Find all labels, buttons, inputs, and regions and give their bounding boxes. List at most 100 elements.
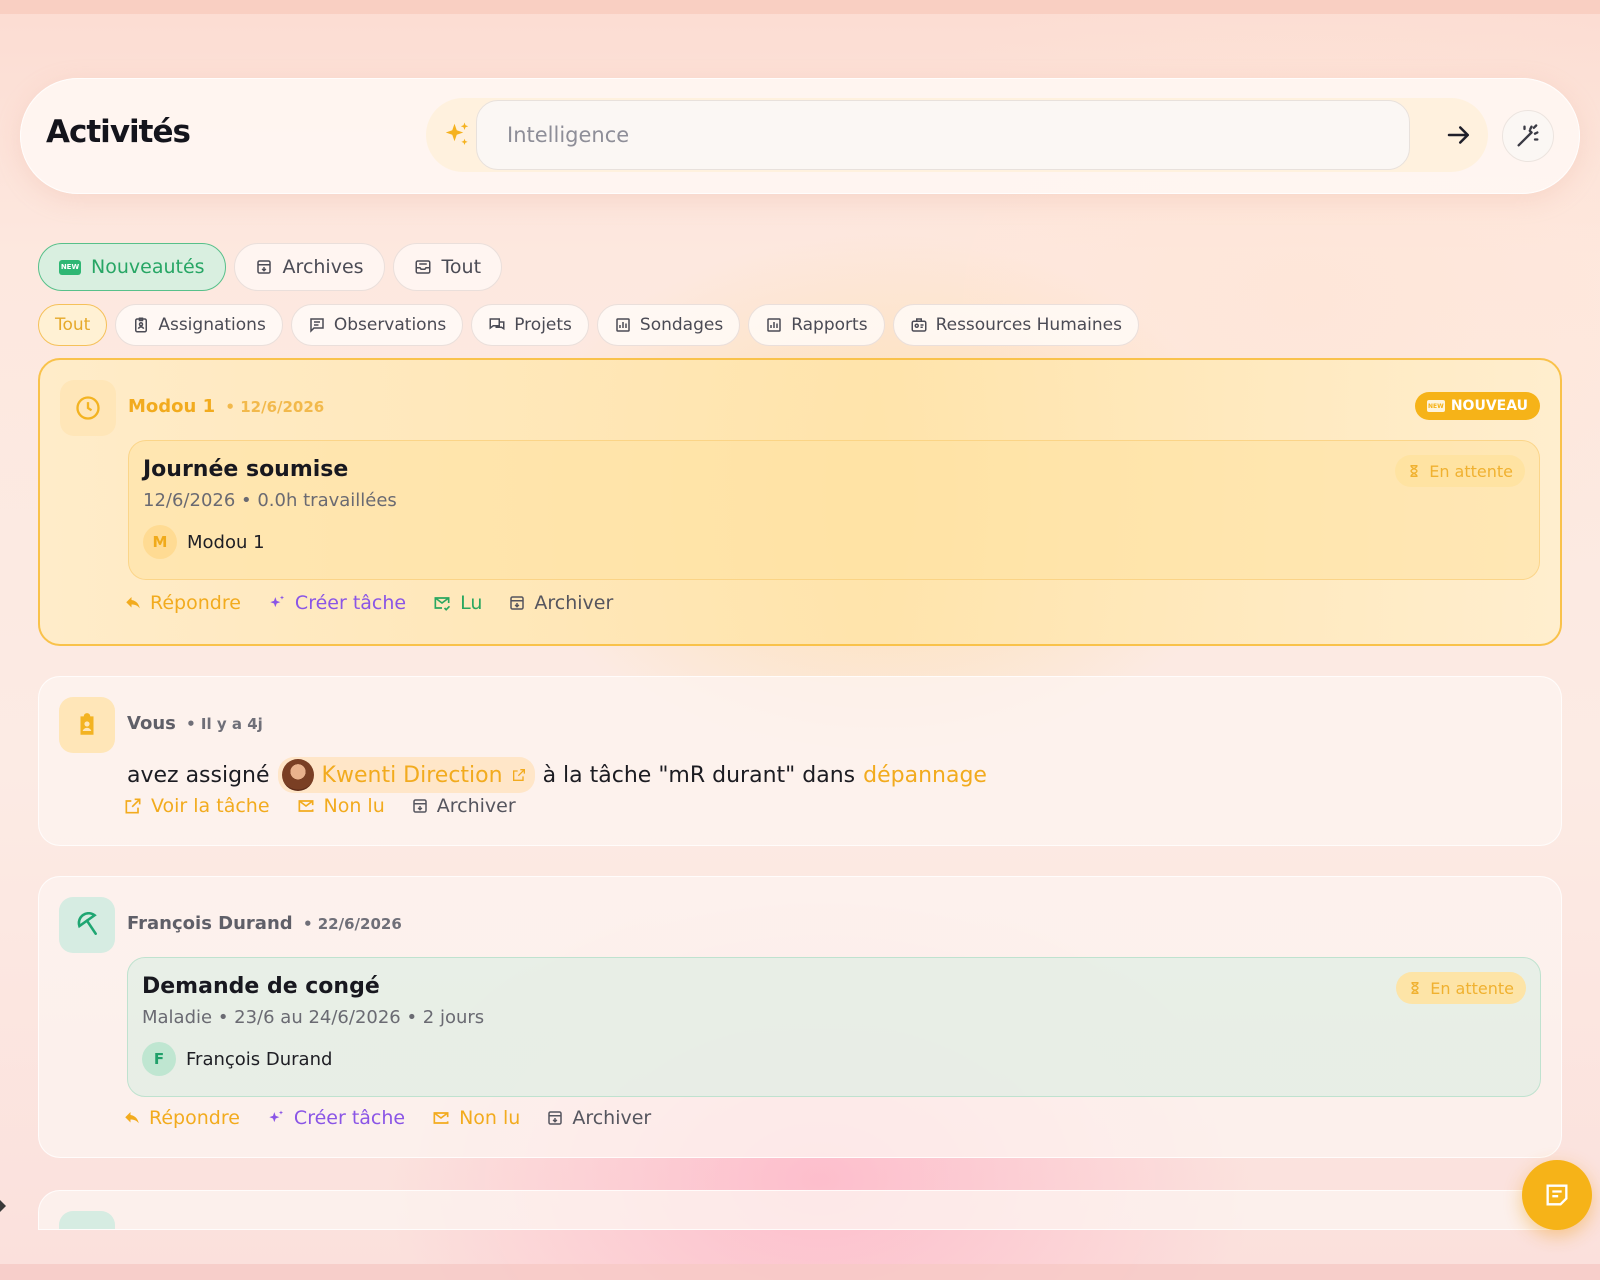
action-label: Archiver	[436, 795, 516, 817]
activity-card[interactable]: Modou 1 • 12/6/2026 NEW NOUVEAU Journée …	[38, 358, 1562, 646]
clock-icon	[76, 396, 100, 420]
external-link-icon	[125, 798, 141, 814]
page-title: Activités	[46, 114, 191, 150]
reply-button[interactable]: Répondre	[124, 592, 241, 614]
filter-tout[interactable]: Tout	[38, 304, 108, 346]
message-icon	[310, 318, 324, 333]
mark-unread-button[interactable]: Non lu	[431, 1107, 520, 1129]
activity-actions: Voir la tâche Non lu Archiver	[123, 795, 516, 817]
mention-name: Kwenti Direction	[321, 762, 503, 788]
filter-sondages[interactable]: Sondages	[596, 304, 741, 346]
activity-detail[interactable]: Journée soumise 12/6/2026 • 0.0h travail…	[128, 440, 1540, 580]
sparkle-icon	[269, 1110, 284, 1123]
user-mention[interactable]: Kwenti Direction	[277, 757, 535, 793]
hourglass-icon	[1411, 982, 1419, 994]
archive-icon	[548, 1111, 563, 1125]
activity-author: Vous • Il y a 4j	[127, 713, 263, 734]
view-task-button[interactable]: Voir la tâche	[123, 795, 270, 817]
filter-projets[interactable]: Projets	[471, 304, 589, 346]
main-tabs: NEW Nouveautés Archives Tout	[38, 243, 503, 291]
inbox-icon	[415, 260, 431, 274]
activity-detail[interactable]: Demande de congé Maladie • 23/6 au 24/6/…	[127, 957, 1541, 1097]
tab-tout[interactable]: Tout	[392, 243, 503, 291]
filter-label: Observations	[333, 315, 447, 335]
header-bar: Activités	[20, 78, 1580, 194]
activity-type-avatar	[60, 380, 116, 436]
status-label: En attente	[1430, 978, 1514, 998]
archive-icon	[413, 799, 427, 813]
ai-search-input[interactable]	[476, 100, 1410, 170]
person-name: Modou 1	[187, 531, 265, 553]
project-link[interactable]: dépannage	[863, 763, 987, 788]
new-icon: NEW	[59, 259, 81, 275]
mail-icon	[433, 1112, 449, 1124]
mail-icon	[298, 800, 314, 812]
activity-person: F François Durand	[142, 1042, 1526, 1076]
activity-date: • 22/6/2026	[302, 915, 402, 933]
magic-wand-icon	[1517, 124, 1539, 147]
author-name: Vous	[127, 713, 176, 734]
status-label: En attente	[1429, 461, 1513, 481]
reply-icon	[125, 1112, 139, 1124]
activity-card[interactable]: Vous • Il y a 4j avez assigné Kwenti Dir…	[38, 676, 1562, 846]
archive-button[interactable]: Archiver	[546, 1107, 651, 1129]
action-label: Lu	[460, 592, 483, 614]
sparkle-icon	[445, 122, 469, 145]
archive-button[interactable]: Archiver	[508, 592, 613, 614]
bar-chart-icon	[616, 318, 630, 332]
mail-check-icon	[434, 597, 451, 611]
filter-label: Projets	[514, 315, 572, 335]
mark-read-button[interactable]: Lu	[432, 592, 482, 614]
filter-label: Tout	[55, 315, 91, 335]
action-label: Archiver	[572, 1107, 652, 1129]
arrow-right-icon[interactable]	[1444, 120, 1474, 150]
activity-date: • Il y a 4j	[186, 715, 263, 733]
activity-type-avatar	[59, 1211, 115, 1229]
activity-person: M Modou 1	[143, 525, 1525, 559]
archive-icon	[510, 596, 525, 610]
tab-label: Tout	[441, 256, 482, 278]
action-label: Non lu	[459, 1107, 521, 1129]
text-after: à la tâche "mR durant" dans	[542, 762, 856, 788]
filter-ressources-humaines[interactable]: Ressources Humaines	[892, 304, 1139, 346]
hr-icon	[911, 318, 927, 332]
action-label: Voir la tâche	[151, 795, 270, 817]
tab-nouveautes[interactable]: NEW Nouveautés	[38, 243, 226, 291]
bar-chart-icon	[767, 318, 781, 332]
hourglass-icon	[1410, 465, 1418, 477]
magic-wand-button[interactable]	[1502, 110, 1554, 162]
filter-rapports[interactable]: Rapports	[748, 304, 885, 346]
filter-label: Rapports	[791, 315, 868, 335]
note-icon	[1546, 1184, 1568, 1206]
avatar: M	[143, 525, 177, 559]
filter-assignations[interactable]: Assignations	[115, 304, 283, 346]
activity-actions: Répondre Créer tâche Non lu Archiver	[123, 1107, 651, 1129]
activity-subtitle: 12/6/2026 • 0.0h travaillées	[143, 490, 397, 511]
badge-icon	[135, 317, 148, 333]
activity-date: • 12/6/2026	[225, 398, 325, 416]
archive-button[interactable]: Archiver	[411, 795, 516, 817]
reply-button[interactable]: Répondre	[123, 1107, 240, 1129]
tab-archives[interactable]: Archives	[233, 243, 385, 291]
activity-card[interactable]	[38, 1190, 1562, 1230]
external-link-icon	[512, 769, 525, 781]
notes-fab-button[interactable]	[1522, 1160, 1592, 1230]
avatar: F	[142, 1042, 176, 1076]
bottom-band	[0, 1264, 1600, 1280]
author-name: François Durand	[127, 913, 293, 934]
author-name: Modou 1	[128, 396, 216, 417]
archive-icon	[256, 260, 271, 274]
action-label: Créer tâche	[293, 1107, 406, 1129]
filter-label: Sondages	[639, 315, 724, 335]
activity-subtitle: Maladie • 23/6 au 24/6/2026 • 2 jours	[142, 1007, 485, 1028]
activity-card[interactable]: François Durand • 22/6/2026 Demande de c…	[38, 876, 1562, 1158]
create-task-button[interactable]: Créer tâche	[266, 1107, 405, 1129]
action-label: Créer tâche	[294, 592, 407, 614]
create-task-button[interactable]: Créer tâche	[267, 592, 406, 614]
ai-search-bar	[426, 98, 1488, 172]
top-band	[0, 0, 1600, 14]
filter-observations[interactable]: Observations	[290, 304, 464, 346]
activity-author: François Durand • 22/6/2026	[127, 913, 402, 934]
umbrella-icon	[77, 912, 97, 935]
mark-unread-button[interactable]: Non lu	[296, 795, 385, 817]
